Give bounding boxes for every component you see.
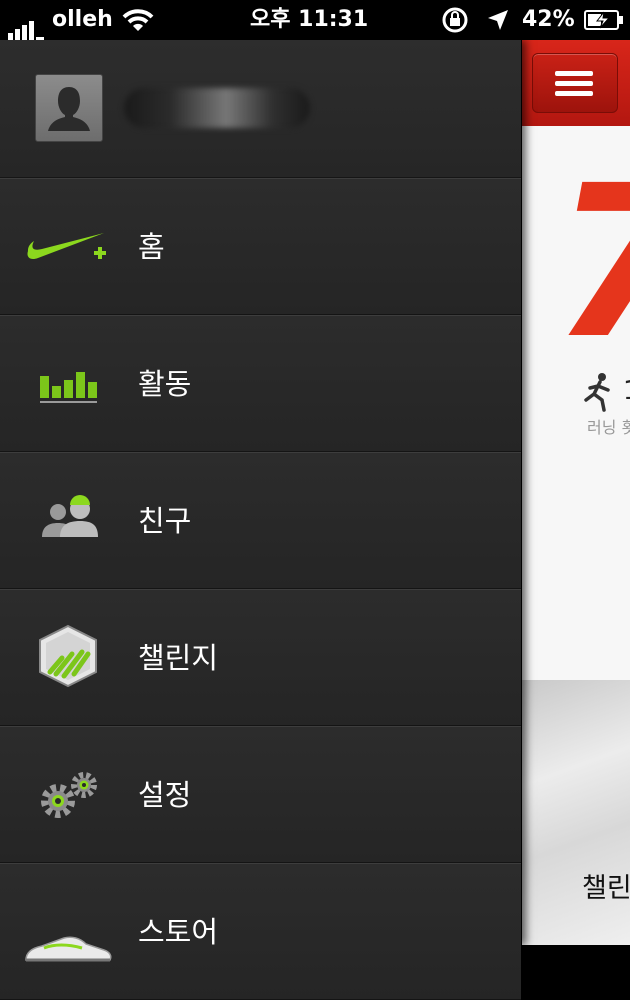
menu-item-store[interactable]: 스토어 — [0, 863, 521, 1000]
side-drawer: 홈 활동 친구 챌린지 설정 스토어 — [0, 40, 522, 1000]
run-value: 1 — [623, 376, 630, 406]
menu-label: 활동 — [138, 367, 192, 401]
wifi-icon — [122, 0, 154, 40]
shoe-icon — [24, 898, 114, 968]
menu-label: 스토어 — [138, 915, 219, 949]
menu-item-home[interactable]: 홈 — [0, 178, 521, 315]
track-background — [520, 680, 630, 945]
nike-swoosh-plus-icon — [24, 213, 114, 283]
activity-bars-icon — [24, 350, 114, 420]
username-blurred — [124, 88, 310, 128]
friends-icon — [24, 487, 114, 557]
challenge-hexagon-icon — [24, 624, 114, 694]
drawer-menu: 홈 활동 친구 챌린지 설정 스토어 — [0, 178, 521, 1000]
main-content-peek[interactable]: 7 1 러닝 횟 챌린 — [520, 40, 630, 945]
menu-item-challenges[interactable]: 챌린지 — [0, 589, 521, 726]
profile-header[interactable] — [0, 40, 521, 178]
run-count-number: 7 — [552, 158, 630, 368]
user-silhouette-icon[interactable] — [35, 74, 103, 142]
menu-item-settings[interactable]: 설정 — [0, 726, 521, 863]
gears-icon — [24, 761, 114, 831]
hamburger-menu-icon[interactable] — [532, 53, 618, 113]
status-time: 오후 11:31 — [250, 7, 369, 32]
main-header — [520, 40, 630, 126]
menu-label: 설정 — [138, 778, 192, 812]
carrier-label: olleh — [52, 7, 113, 32]
run-label: 러닝 횟 — [587, 418, 630, 437]
battery-percent: 42% — [522, 7, 575, 32]
menu-label: 홈 — [138, 230, 165, 264]
menu-item-friends[interactable]: 친구 — [0, 452, 521, 589]
signal-icon — [8, 0, 46, 40]
menu-item-activity[interactable]: 활동 — [0, 315, 521, 452]
status-bar: olleh 오후 11:31 42% — [0, 0, 630, 40]
menu-label: 친구 — [138, 504, 192, 538]
menu-label: 챌린지 — [138, 641, 219, 675]
location-arrow-icon — [486, 0, 510, 40]
battery-charging-icon — [584, 0, 624, 40]
challenge-peek-label[interactable]: 챌린 — [582, 866, 630, 905]
rotation-lock-icon — [440, 0, 470, 40]
